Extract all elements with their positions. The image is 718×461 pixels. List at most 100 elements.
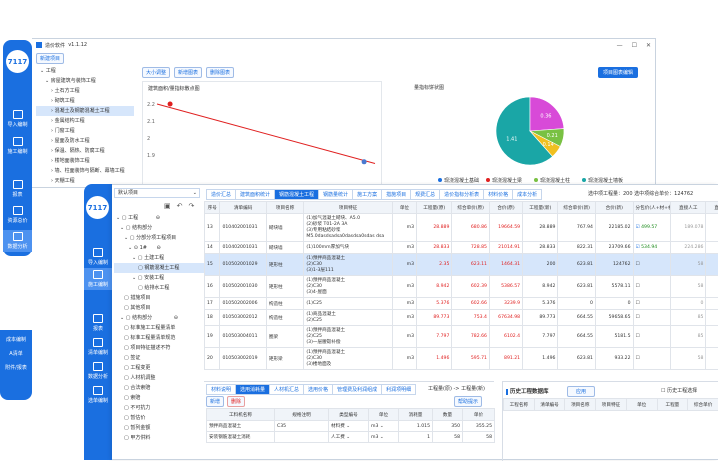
tree-item[interactable]: ⌄ ▢ 结构部分 (114, 223, 204, 233)
column-header[interactable]: 项目特征 (304, 202, 392, 214)
table-row[interactable]: 17010502002006构造柱(1)C25m35.376602.663239… (205, 298, 718, 310)
tree-item[interactable]: ▢ 标准工程量清单规范 (114, 333, 204, 343)
tab-index[interactable]: 造价指标分析表 (439, 189, 484, 200)
maximize-icon[interactable]: ☐ (632, 42, 637, 49)
tree-item[interactable]: ▢ 索赔 (114, 393, 204, 403)
apply-button[interactable]: 应用 (567, 386, 595, 397)
tree-item[interactable]: ⌄ ▢ 工程 ⊖ (114, 213, 204, 223)
tab-price[interactable]: 材料价格 (483, 189, 513, 200)
front-nav-import[interactable]: 导入编制 (84, 248, 112, 266)
tree-item[interactable]: ▢ 暂估价 (114, 413, 204, 423)
close-icon[interactable]: ✕ (646, 42, 651, 49)
tree-item[interactable]: ▢ 暂列金额 (114, 423, 204, 433)
column-header[interactable]: 单位 (369, 409, 399, 421)
tree-item[interactable]: › 土石方工程 (36, 86, 134, 96)
delete-chart-button[interactable]: 删除图表 (206, 67, 234, 78)
table-cell[interactable]: m3 ⌄ (369, 432, 399, 443)
tab-measures[interactable]: 措施项目 (381, 189, 411, 200)
column-header[interactable]: 序号 (205, 202, 220, 214)
table-cell[interactable]: m3 ⌄ (369, 421, 399, 432)
column-header[interactable]: 综合单价(原) (452, 202, 490, 214)
history-select-checkbox[interactable]: ☐ 历史工程选择 (661, 387, 697, 394)
back-nav-import[interactable]: 导入编制 (3, 110, 32, 128)
table-row[interactable]: 16010502001030矩形柱(1)预拌商品混凝土 (2)C30 (3)4-… (205, 276, 718, 298)
tab-labor-summary[interactable]: 人材机汇总 (269, 384, 304, 395)
add-chart-button[interactable]: 新增图表 (174, 67, 202, 78)
front-nav-report[interactable]: 报表 (84, 314, 112, 332)
tree-item[interactable]: ⌄ ▢ 分部分项工程项目 (114, 233, 204, 243)
column-header[interactable]: 工程名称 (504, 399, 535, 411)
table-row[interactable]: 20010503002019矩形梁(1)预拌商品混凝土 (2)C30 (3)楼地… (205, 348, 718, 370)
minimize-icon[interactable]: — (617, 42, 623, 49)
tree-item[interactable]: ▢ 给排水工程 (114, 283, 204, 293)
tab-area-stat[interactable]: 建筑面积统计 (235, 189, 275, 200)
tree-item-selected[interactable]: ▢ 钢筋混凝土工程 (114, 263, 204, 273)
column-header[interactable]: 类型编号 (329, 409, 369, 421)
tree-item[interactable]: ▢ 合法索赔 (114, 383, 204, 393)
tree-item[interactable]: › 门窗工程 (36, 126, 134, 136)
tree-item[interactable]: › 墙、柱面装饰与隔断、幕墙工程 (36, 166, 134, 176)
front-nav-list[interactable]: 清单编制 (84, 338, 112, 356)
tree-item-selected[interactable]: › 混凝土及钢筋混凝土工程 (36, 106, 134, 116)
tree-item[interactable]: ▢ 标准施工工程量清单 (114, 323, 204, 333)
tree-item[interactable]: ▢ 项目特征描述不符 (114, 343, 204, 353)
checkbox-icon[interactable]: ☐ (636, 356, 640, 361)
front-nav-construct[interactable]: 施工编制 (84, 268, 112, 290)
tab-fees[interactable]: 规费汇总 (410, 189, 440, 200)
new-project-button[interactable]: 新建项目 (36, 53, 64, 64)
column-header[interactable]: 分包价(人+材+机) (633, 202, 671, 214)
tree-item[interactable]: ▢ 措施项目 (114, 293, 204, 303)
tree-item[interactable]: ⌄ ⊙ 1# ⊖ (114, 243, 204, 253)
column-header[interactable]: 清单编号 (534, 399, 565, 411)
front-nav-analysis[interactable]: 数据分析 (84, 362, 112, 380)
table-row[interactable]: 14010402001031砌块墙(1)100mm厚加气块m328.833728… (205, 242, 718, 254)
add-button[interactable]: 新增 (206, 396, 224, 407)
tree-item[interactable]: › 砌筑工程 (36, 96, 134, 106)
column-header[interactable]: 数量 (433, 409, 463, 421)
table-row[interactable]: 13010402001031砌块墙(1)加气混凝土砌块、A5.0 (2)砂浆 T… (205, 214, 718, 242)
tree-item[interactable]: ▢ 工程变更 (114, 363, 204, 373)
delete-button[interactable]: 删除 (227, 396, 245, 407)
resize-button[interactable]: 大小调整 (142, 67, 170, 78)
tab-plan[interactable]: 施工方案 (352, 189, 382, 200)
front-nav-select[interactable]: 选单编制 (84, 386, 112, 404)
checkbox-icon[interactable]: ☐ (636, 301, 640, 306)
tree-item[interactable]: › 楼地面装饰工程 (36, 156, 134, 166)
tab-mgmt-fee[interactable]: 管理费及利润组成 (332, 384, 382, 395)
tree-item[interactable]: ▢ 人材机调整 (114, 373, 204, 383)
column-header[interactable]: 单位 (626, 399, 657, 411)
tree-item[interactable]: › 屋面及防水工程 (36, 136, 134, 146)
tree-item[interactable]: ⌄ 工程 (36, 66, 134, 76)
column-header[interactable]: 清单编码 (220, 202, 266, 214)
back-nav-resource[interactable]: 资源总价 (3, 206, 32, 224)
tab-cost-analysis[interactable]: 成本分析 (512, 189, 542, 200)
column-header[interactable]: 直接人工 (671, 202, 706, 214)
nav-a-list[interactable]: A清单 (0, 350, 32, 357)
checkbox-icon[interactable]: ☐ (636, 334, 640, 339)
tree-item[interactable]: ▢ 不可抗力 (114, 403, 204, 413)
column-header[interactable]: 合价(原) (489, 202, 522, 214)
tree-item[interactable]: ▢ 签证 (114, 353, 204, 363)
column-header[interactable]: 项目名称 (565, 399, 596, 411)
column-header[interactable]: 单价 (463, 409, 495, 421)
table-row[interactable]: 15010502001029矩形柱(1)预拌商品混凝土 (2)C30 (3)1-… (205, 254, 718, 276)
table-row[interactable]: 预拌商品混凝土C35材料费 ⌄m3 ⌄1.015350355.25 (207, 421, 495, 432)
tree-item[interactable]: ⌄ 房屋建筑与装饰工程 (36, 76, 134, 86)
back-nav-report[interactable]: 报表 (3, 180, 32, 198)
tab-cost-summary[interactable]: 造价汇总 (206, 189, 236, 200)
checkbox-icon[interactable]: ☐ (636, 262, 640, 267)
table-row[interactable]: 安装钢筋混凝土消耗人工费 ⌄m3 ⌄15858 (207, 432, 495, 443)
column-header[interactable]: 直接材料 (706, 202, 718, 214)
project-select[interactable]: 默认项目⌄ (114, 188, 200, 198)
tab-price-select[interactable]: 选用价格 (303, 384, 333, 395)
tree-item[interactable]: ▢ 其他项目 (114, 303, 204, 313)
table-cell[interactable]: 材料费 ⌄ (329, 421, 369, 432)
column-header[interactable]: 综合单价 (688, 399, 718, 411)
undo-icon[interactable]: ↶ (177, 202, 183, 210)
checkbox-icon[interactable]: ☐ (636, 315, 640, 320)
tree-item[interactable]: › 保温、隔热、防腐工程 (36, 146, 134, 156)
column-header[interactable]: 合价(新) (595, 202, 633, 214)
tab-material-note[interactable]: 材料说明 (206, 384, 236, 395)
nav-attach[interactable]: 附件/报表 (0, 364, 32, 371)
checkbox-icon[interactable]: ☐ (636, 284, 640, 289)
